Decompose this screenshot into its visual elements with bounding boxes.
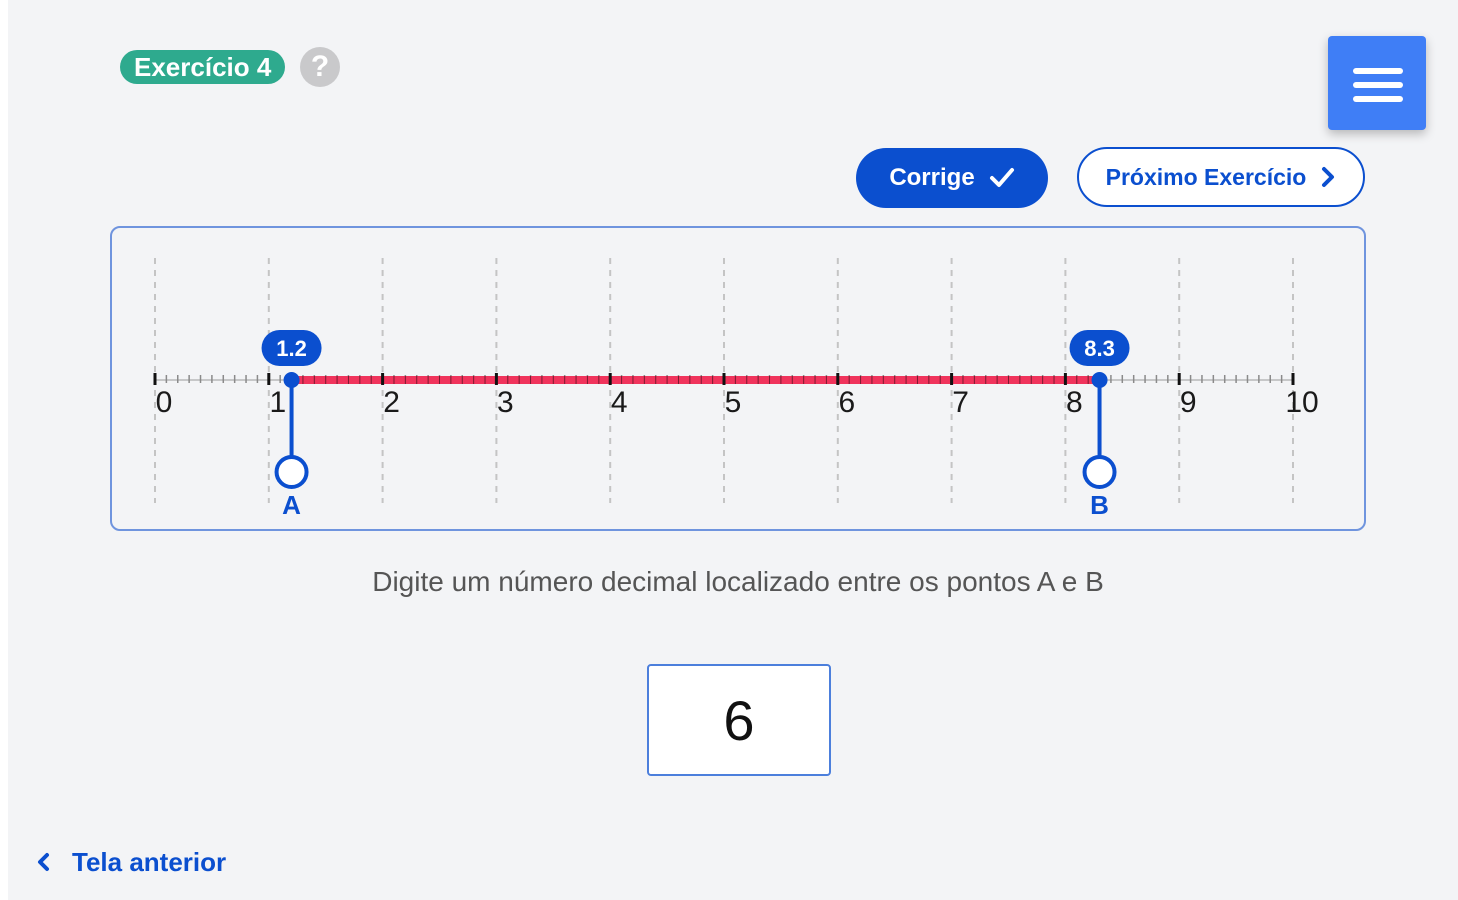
number-line-panel: 0 1 2 3 4 5 6 7 8 9 10 A 1.2 B 8.3 — [110, 226, 1366, 531]
point-b-value: 8.3 — [1084, 336, 1115, 361]
point-a-marker — [283, 372, 300, 388]
next-exercise-label: Próximo Exercício — [1105, 163, 1307, 190]
tick-label: 10 — [1285, 386, 1318, 419]
tick-label: 5 — [725, 386, 742, 419]
tick-label: 8 — [1066, 386, 1083, 419]
corrige-button[interactable]: Corrige — [856, 148, 1048, 208]
tick-label: 3 — [497, 386, 514, 419]
menu-bar-icon — [1353, 96, 1403, 102]
answer-input[interactable] — [647, 664, 831, 776]
tick-label: 1 — [269, 386, 286, 419]
question-mark-icon[interactable]: ? — [300, 47, 340, 87]
point-b-marker — [1091, 372, 1108, 388]
menu-bar-icon — [1353, 68, 1403, 74]
point-a-label: A — [282, 490, 301, 520]
point-b-label: B — [1090, 490, 1109, 520]
tick-label: 2 — [383, 386, 400, 419]
tick-label: 9 — [1180, 386, 1197, 419]
tick-label: 0 — [156, 386, 173, 419]
exercise-badge: Exercício 4 — [120, 50, 286, 84]
point-b-handle[interactable] — [1082, 455, 1117, 489]
hamburger-menu-button[interactable] — [1328, 36, 1426, 130]
point-a-handle[interactable] — [274, 455, 309, 489]
tick-label: 7 — [952, 386, 969, 419]
instruction-text: Digite um número decimal localizado entr… — [372, 566, 1104, 597]
tick-label: 4 — [611, 386, 628, 419]
chevron-left-icon — [38, 853, 49, 871]
tick-label: 6 — [838, 386, 855, 419]
number-line: 0 1 2 3 4 5 6 7 8 9 10 A 1.2 B 8.3 — [153, 258, 1319, 520]
next-exercise-button[interactable]: Próximo Exercício — [1077, 147, 1365, 207]
back-link-label: Tela anterior — [72, 846, 227, 877]
page-edge — [0, 0, 8, 900]
menu-bar-icon — [1353, 82, 1403, 88]
corrige-button-label: Corrige — [889, 164, 975, 191]
point-a-value: 1.2 — [276, 336, 307, 361]
chevron-right-icon — [1322, 167, 1335, 187]
back-link[interactable]: Tela anterior — [36, 842, 226, 882]
check-icon — [989, 168, 1014, 187]
